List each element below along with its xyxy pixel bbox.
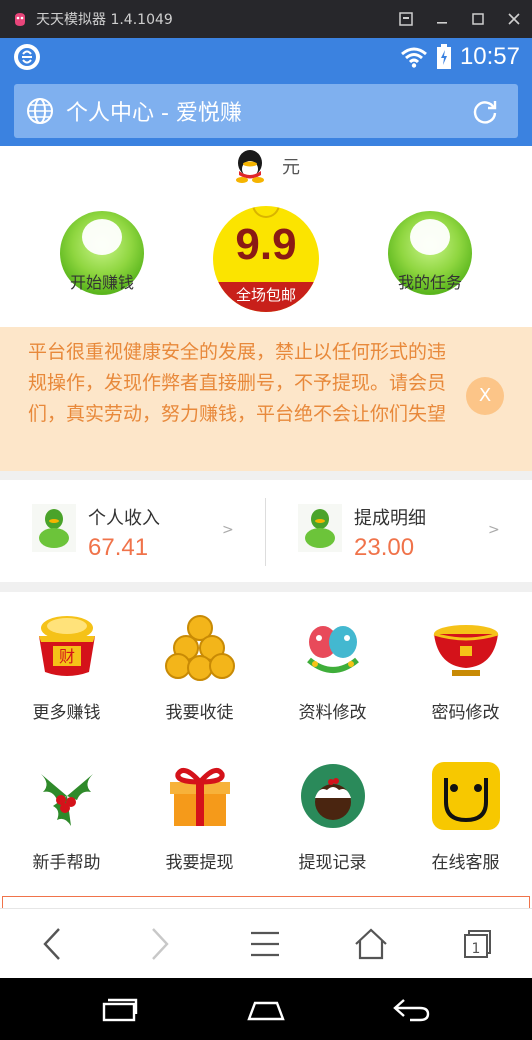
gold-coins-icon xyxy=(165,615,235,681)
browser-toolbar: 个人中心 - 爱悦赚 xyxy=(0,76,532,146)
menu-edit-profile[interactable]: 资料修改 xyxy=(266,592,399,742)
parrots-icon xyxy=(307,626,359,673)
menu-label: 提现记录 xyxy=(298,853,367,873)
start-earning-button[interactable]: 开始赚钱 xyxy=(60,211,144,295)
svg-text:1: 1 xyxy=(472,941,481,957)
globe-icon xyxy=(27,98,53,124)
ball-highlight xyxy=(82,219,122,255)
currency-label: 元 xyxy=(282,157,300,178)
maximize-icon[interactable] xyxy=(460,0,496,38)
menu-label: 资料修改 xyxy=(298,703,367,723)
menu-change-password[interactable]: 密码修改 xyxy=(399,592,532,742)
chevron-right-icon: > xyxy=(488,522,500,538)
section-divider xyxy=(0,582,532,592)
income-row: 个人收入 67.41 > 提成明细 23.00 > xyxy=(0,482,532,582)
emulator-screen: 天天模拟器 1.4.1049 10:57 个人中心 - 爱悦赚 元 开始赚钱 9… xyxy=(0,0,532,1040)
notice-close-button[interactable]: X xyxy=(466,377,504,415)
battery-icon xyxy=(436,44,451,69)
android-nav-bar xyxy=(0,978,532,1040)
recent-apps-icon[interactable] xyxy=(100,990,140,1030)
menu-label: 我要提现 xyxy=(165,853,234,873)
android-home-icon[interactable] xyxy=(246,990,286,1030)
income-value: 67.41 xyxy=(88,534,149,561)
page-title: 个人中心 - 爱悦赚 xyxy=(66,101,242,126)
wifi-icon xyxy=(400,47,427,68)
promo-number: 9.9 xyxy=(235,220,297,269)
commission-detail-card[interactable]: 提成明细 23.00 > xyxy=(266,482,532,582)
smiley-face-icon xyxy=(432,762,500,830)
commission-value: 23.00 xyxy=(354,534,415,561)
tabs-icon[interactable]: 1 xyxy=(454,921,500,967)
emulator-title: 天天模拟器 1.4.1049 xyxy=(36,12,173,28)
menu-label: 在线客服 xyxy=(431,853,500,873)
badge-hook xyxy=(252,206,280,218)
menu-label: 密码修改 xyxy=(431,703,500,723)
settings-icon[interactable] xyxy=(388,0,424,38)
notice-banner: 平台很重视健康安全的发展，禁止以任何形式的违规操作，发现作弊者直接删号，不予提现… xyxy=(0,327,532,471)
top-actions: 开始赚钱 9.9 全场包邮 我的任务 xyxy=(0,201,532,321)
gift-box-icon xyxy=(170,767,230,826)
commission-title: 提成明细 xyxy=(354,508,426,529)
emulator-app-icon xyxy=(15,13,25,26)
close-icon[interactable] xyxy=(496,0,532,38)
start-earning-label: 开始赚钱 xyxy=(69,273,134,292)
home-icon[interactable] xyxy=(348,921,394,967)
menu-online-service[interactable]: 在线客服 xyxy=(399,742,532,892)
qq-penguin-avatar xyxy=(236,150,264,183)
menu-label: 我要收徒 xyxy=(165,703,234,723)
ball-highlight xyxy=(410,219,450,255)
menu-withdraw[interactable]: 我要提现 xyxy=(133,742,266,892)
qq-green-icon xyxy=(32,504,76,552)
promo-band: 全场包邮 xyxy=(213,282,319,312)
menu-withdraw-records[interactable]: 提现记录 xyxy=(266,742,399,892)
back-arrow-icon[interactable] xyxy=(30,921,76,967)
status-time: 10:57 xyxy=(459,43,520,70)
golden-bowl-icon xyxy=(433,625,499,676)
holly-icon xyxy=(41,774,93,826)
my-tasks-label: 我的任务 xyxy=(397,273,462,292)
browser-e-icon xyxy=(14,44,40,70)
income-title: 个人收入 xyxy=(88,508,160,529)
pudding-icon xyxy=(301,764,365,828)
money-bucket-icon: 财 xyxy=(39,616,95,676)
menu-beginner-help[interactable]: 新手帮助 xyxy=(0,742,133,892)
menu-grid: 财 更多赚钱 我要收徒 资料修改 密码修改 新手帮助 我要提现 提现记录 在线客… xyxy=(0,592,532,902)
menu-icon[interactable] xyxy=(242,921,288,967)
forward-arrow-icon[interactable] xyxy=(136,921,182,967)
chevron-right-icon: > xyxy=(222,522,234,538)
android-back-icon[interactable] xyxy=(392,990,432,1030)
menu-recruit[interactable]: 我要收徒 xyxy=(133,592,266,742)
free-shipping-badge[interactable]: 9.9 全场包邮 xyxy=(213,206,319,312)
minimize-icon[interactable] xyxy=(424,0,460,38)
browser-bottom-nav: 1 xyxy=(0,908,532,978)
status-bar: 10:57 xyxy=(0,38,532,76)
income-divider xyxy=(265,498,266,566)
svg-text:财: 财 xyxy=(59,647,75,666)
personal-income-card[interactable]: 个人收入 67.41 > xyxy=(0,482,266,582)
emulator-title-bar: 天天模拟器 1.4.1049 xyxy=(0,0,532,38)
menu-label: 新手帮助 xyxy=(32,853,101,873)
menu-label: 更多赚钱 xyxy=(32,703,101,723)
menu-more-earning[interactable]: 财 更多赚钱 xyxy=(0,592,133,742)
page-content: 元 开始赚钱 9.9 全场包邮 我的任务 平台很重视健康安全的发展，禁止以任何形… xyxy=(0,146,532,908)
address-bar[interactable]: 个人中心 - 爱悦赚 xyxy=(14,84,518,138)
section-divider xyxy=(0,471,532,480)
refresh-icon[interactable] xyxy=(470,96,500,126)
next-section-edge xyxy=(2,896,530,908)
notice-text: 平台很重视健康安全的发展，禁止以任何形式的违规操作，发现作弊者直接删号，不予提现… xyxy=(28,341,447,425)
my-tasks-button[interactable]: 我的任务 xyxy=(388,211,472,295)
qq-green-icon xyxy=(298,504,342,552)
profile-row: 元 xyxy=(0,146,532,186)
